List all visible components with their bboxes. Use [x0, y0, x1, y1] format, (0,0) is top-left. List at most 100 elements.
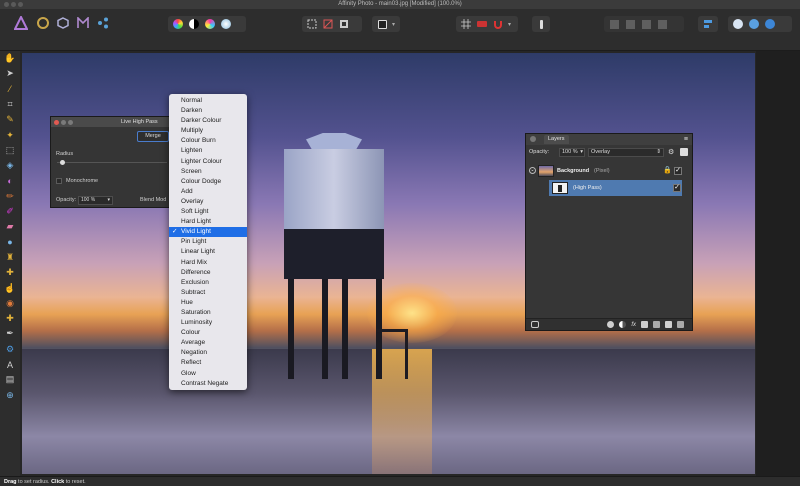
color-wheel-button[interactable]	[172, 18, 184, 30]
layer-stack-icon[interactable]	[531, 321, 539, 328]
blend-menu-item[interactable]: Hard Light	[169, 217, 247, 227]
mask-icon[interactable]	[607, 321, 615, 328]
blend-menu-item[interactable]: Saturation	[169, 308, 247, 318]
blend-menu-item[interactable]: Negation	[169, 348, 247, 358]
arrange-forward-button[interactable]	[640, 18, 652, 30]
snapping-button[interactable]	[492, 18, 504, 30]
close-window-button[interactable]	[4, 2, 9, 7]
blend-menu-item[interactable]: Reflect	[169, 358, 247, 368]
paint-brush-tool[interactable]: ✏	[0, 189, 20, 204]
invert-selection-button[interactable]	[338, 18, 350, 30]
radius-slider[interactable]	[57, 162, 167, 163]
gradient-tool[interactable]: ◐	[0, 173, 20, 188]
info-button[interactable]	[536, 18, 546, 30]
group-folder-icon[interactable]	[653, 321, 660, 328]
arrange-backward-button[interactable]	[624, 18, 636, 30]
blend-menu-item[interactable]: Hue	[169, 298, 247, 308]
develop-persona-button[interactable]	[54, 14, 72, 32]
clone-tool[interactable]: ♜	[0, 250, 20, 265]
layer-row-background[interactable]: ⌄ Background (Pixel) 🔒 ✓	[526, 163, 692, 179]
marquee-mode-button[interactable]	[306, 18, 318, 30]
blend-menu-item[interactable]: Pin Light	[169, 237, 247, 247]
layers-blend-mode-select[interactable]: Overlay ⇕	[588, 148, 664, 157]
blend-menu-item[interactable]: Difference	[169, 268, 247, 278]
selection-brush-tool[interactable]: ✎	[0, 112, 20, 127]
intersect-shape-button[interactable]	[764, 18, 776, 30]
blend-menu-item[interactable]: Colour Burn	[169, 136, 247, 146]
dialog-close-button[interactable]	[54, 119, 59, 125]
blend-menu-item[interactable]: Lighter Colour	[169, 157, 247, 167]
blend-menu-item[interactable]: Luminosity	[169, 318, 247, 328]
liquify-persona-button[interactable]	[34, 14, 52, 32]
zoom-tool[interactable]: ⊕	[0, 388, 20, 403]
deselect-button[interactable]	[322, 18, 334, 30]
opacity-field[interactable]: 100 % ▾	[78, 196, 113, 205]
color-picker-tool[interactable]: ⁄	[0, 82, 20, 97]
layer-row-high-pass[interactable]: (High Pass) ✓	[549, 180, 682, 196]
erase-brush-tool[interactable]: ▰	[0, 219, 20, 234]
subtract-shape-button[interactable]	[748, 18, 760, 30]
blend-menu-item[interactable]: Colour Dodge	[169, 177, 247, 187]
monochrome-checkbox[interactable]	[56, 178, 62, 184]
adjustment-icon[interactable]	[619, 321, 627, 328]
view-tool[interactable]: ✋	[0, 51, 20, 66]
marquee-tool[interactable]: ⬚	[0, 143, 20, 158]
crop-tool[interactable]: ⌗	[0, 97, 20, 112]
text-tool[interactable]: A	[0, 357, 20, 372]
tone-mapping-persona-button[interactable]	[74, 14, 92, 32]
export-persona-button[interactable]	[94, 14, 112, 32]
blend-menu-item[interactable]: Contrast Negate	[169, 379, 247, 389]
blend-menu-item[interactable]: Glow	[169, 369, 247, 379]
add-shape-button[interactable]	[732, 18, 744, 30]
lock-icon[interactable]: 🔒	[663, 166, 672, 174]
blend-menu-item[interactable]: Normal	[169, 96, 247, 106]
blend-menu-item[interactable]: Screen	[169, 167, 247, 177]
panel-close-button[interactable]	[530, 136, 536, 142]
blend-menu-item[interactable]: Hard Mix	[169, 258, 247, 268]
trash-icon[interactable]	[677, 321, 684, 328]
blemish-tool[interactable]: ✚	[0, 311, 20, 326]
dialog-zoom-button[interactable]	[68, 119, 73, 125]
add-layer-icon[interactable]	[665, 321, 672, 328]
align-button[interactable]	[702, 18, 714, 30]
blend-menu-item[interactable]: Soft Light	[169, 207, 247, 217]
pen-tool[interactable]: ✒	[0, 326, 20, 341]
radius-slider-handle[interactable]	[60, 160, 65, 165]
expand-chevron-icon[interactable]: ⌄	[529, 167, 536, 174]
arrange-front-button[interactable]	[656, 18, 668, 30]
tab-layers[interactable]: Layers	[544, 135, 569, 144]
blend-menu-item[interactable]: Darker Colour	[169, 116, 247, 126]
hsl-button[interactable]	[204, 18, 216, 30]
layer-visibility-checkbox[interactable]: ✓	[674, 167, 682, 175]
dialog-minimize-button[interactable]	[61, 119, 66, 125]
quick-mask-button[interactable]	[376, 18, 388, 30]
dodge-tool[interactable]: ●	[0, 235, 20, 250]
assistant-button[interactable]	[476, 18, 488, 30]
panel-menu-icon[interactable]: ≡	[684, 134, 688, 145]
fx-icon[interactable]: fx	[631, 322, 636, 328]
layer-visibility-checkbox[interactable]: ✓	[673, 184, 681, 192]
flood-fill-tool[interactable]: ◈	[0, 158, 20, 173]
gear-icon[interactable]: ⚙	[668, 148, 674, 156]
red-eye-tool[interactable]: ◉	[0, 296, 20, 311]
smudge-tool[interactable]: ☝	[0, 280, 20, 295]
inpainting-tool[interactable]: ✚	[0, 265, 20, 280]
blend-menu-item[interactable]: Darken	[169, 106, 247, 116]
blend-menu-item[interactable]: Colour	[169, 328, 247, 338]
flood-select-tool[interactable]: ✦	[0, 127, 20, 142]
move-tool[interactable]: ➤	[0, 66, 20, 81]
grid-button[interactable]	[460, 18, 472, 30]
blend-menu-item[interactable]: Exclusion	[169, 278, 247, 288]
blend-menu-item[interactable]: Subtract	[169, 288, 247, 298]
minimize-window-button[interactable]	[11, 2, 16, 7]
zoom-window-button[interactable]	[18, 2, 23, 7]
blend-menu-item[interactable]: Add	[169, 187, 247, 197]
blend-menu-item[interactable]: Overlay	[169, 197, 247, 207]
black-white-button[interactable]	[188, 18, 200, 30]
blend-menu-item[interactable]: Lighten	[169, 146, 247, 156]
white-balance-button[interactable]	[220, 18, 232, 30]
mesh-warp-tool[interactable]: ▤	[0, 372, 20, 387]
arrange-back-button[interactable]	[608, 18, 620, 30]
merge-button[interactable]: Merge	[137, 131, 169, 142]
blend-menu-item[interactable]: Linear Light	[169, 247, 247, 257]
